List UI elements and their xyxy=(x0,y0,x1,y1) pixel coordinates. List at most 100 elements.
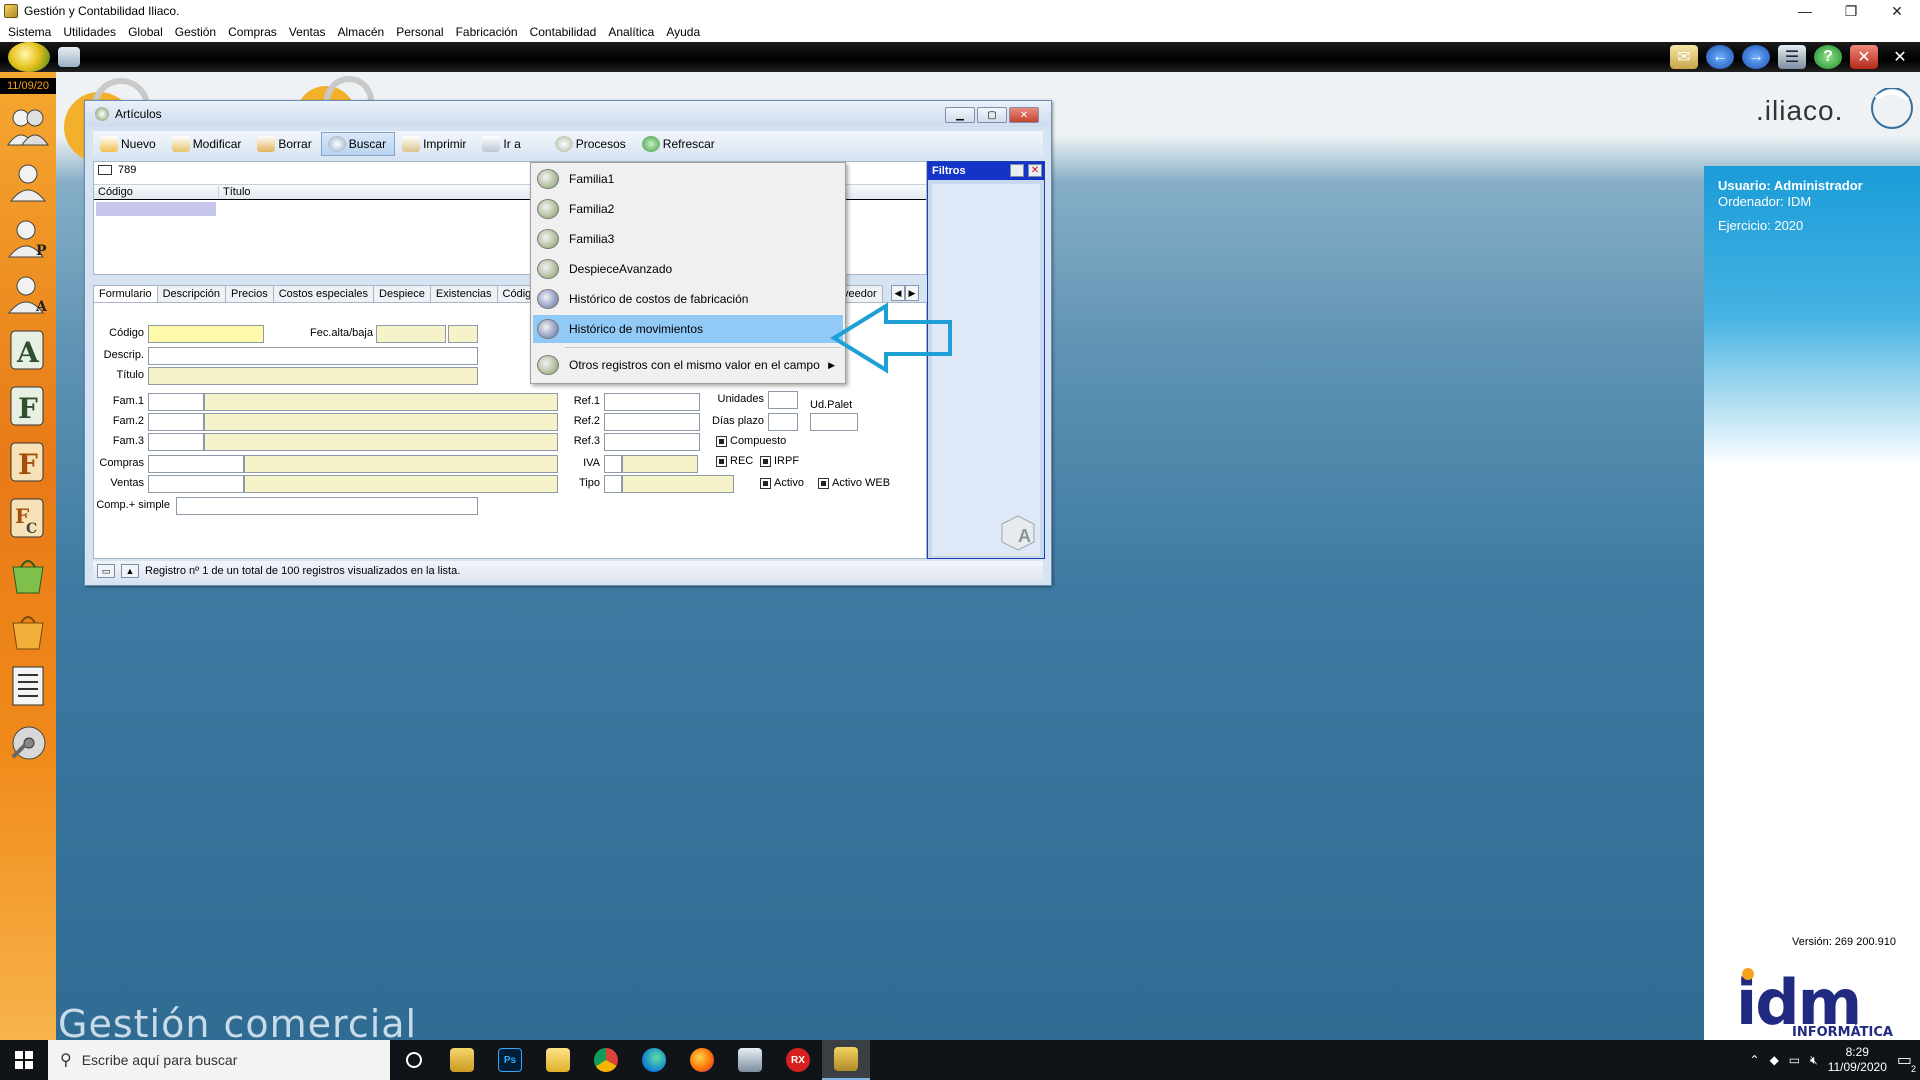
facturas-orange-f-icon[interactable]: F xyxy=(6,440,50,484)
ud-palet-input[interactable] xyxy=(810,413,858,431)
irpf-checkbox[interactable]: IRPF xyxy=(760,455,799,467)
tools-disc-icon[interactable] xyxy=(6,720,50,764)
menu-item-familia3[interactable]: Familia3 xyxy=(533,225,843,253)
rec-checkbox[interactable]: REC xyxy=(716,455,753,467)
dias-plazo-input[interactable] xyxy=(768,413,798,431)
menu-item-historico-costos[interactable]: Histórico de costos de fabricación xyxy=(533,285,843,313)
menu-gestion[interactable]: Gestión xyxy=(169,25,222,39)
column-header-codigo[interactable]: Código xyxy=(98,186,133,198)
menu-contabilidad[interactable]: Contabilidad xyxy=(524,25,603,39)
notification-center-icon[interactable]: ▭ 2 xyxy=(1897,1050,1916,1074)
descripcion-input[interactable] xyxy=(148,347,478,365)
menu-ventas[interactable]: Ventas xyxy=(283,25,332,39)
tab-formulario[interactable]: Formulario xyxy=(93,285,158,302)
ventas-name-input[interactable] xyxy=(244,475,558,493)
compras-code-input[interactable] xyxy=(148,455,244,473)
filtros-pin-icon[interactable] xyxy=(1010,164,1024,177)
ir-a-button[interactable]: Ir a xyxy=(475,132,529,156)
users-group-icon[interactable] xyxy=(6,104,50,148)
task-view-button[interactable] xyxy=(390,1040,438,1080)
tab-scroll-left-icon[interactable]: ◀ xyxy=(891,285,905,301)
fam1-code-input[interactable] xyxy=(148,393,204,411)
tab-precios[interactable]: Precios xyxy=(225,285,274,302)
iva-code-input[interactable] xyxy=(604,455,622,473)
ventas-code-input[interactable] xyxy=(148,475,244,493)
facturas-f-icon[interactable]: F xyxy=(6,384,50,428)
fam2-code-input[interactable] xyxy=(148,413,204,431)
start-button[interactable] xyxy=(0,1040,48,1080)
volume-mute-icon[interactable]: 🔇︎ xyxy=(1810,1053,1818,1068)
taskbar-iliaco-alt[interactable] xyxy=(726,1040,774,1080)
list-document-icon[interactable] xyxy=(6,664,50,708)
taskbar-edge[interactable] xyxy=(630,1040,678,1080)
compras-name-input[interactable] xyxy=(244,455,558,473)
taskbar-firefox[interactable] xyxy=(678,1040,726,1080)
help-icon[interactable]: ? xyxy=(1814,45,1842,69)
menu-item-otros-registros[interactable]: Otros registros con el mismo valor en el… xyxy=(533,351,843,379)
ref2-input[interactable] xyxy=(604,413,700,431)
articulos-a-icon[interactable]: A xyxy=(6,328,50,372)
ref1-input[interactable] xyxy=(604,393,700,411)
activo-web-checkbox[interactable]: Activo WEB xyxy=(818,477,890,489)
unidades-input[interactable] xyxy=(768,391,798,409)
menu-compras[interactable]: Compras xyxy=(222,25,283,39)
refrescar-button[interactable]: Refrescar xyxy=(635,132,724,156)
taskbar-rx[interactable]: RX xyxy=(774,1040,822,1080)
network-icon[interactable]: ▭ xyxy=(1789,1053,1800,1067)
tray-expand-icon[interactable]: ⌃ xyxy=(1750,1053,1760,1067)
ref3-input[interactable] xyxy=(604,433,700,451)
taskbar-photoshop[interactable]: Ps xyxy=(486,1040,534,1080)
tipo-code-input[interactable] xyxy=(604,475,622,493)
user-p-icon[interactable]: P xyxy=(6,216,50,260)
orange-bag-icon[interactable] xyxy=(6,608,50,652)
green-bag-icon[interactable] xyxy=(6,552,50,596)
minimize-button[interactable]: — xyxy=(1782,0,1828,22)
buscar-button[interactable]: Buscar xyxy=(320,132,396,156)
fam3-name-input[interactable] xyxy=(204,433,558,451)
restore-button[interactable]: ❐ xyxy=(1828,0,1874,22)
procesos-button[interactable]: Procesos xyxy=(548,132,635,156)
nuevo-button[interactable]: Nuevo xyxy=(93,132,165,156)
facturas-compra-icon[interactable]: FC xyxy=(6,496,50,540)
menu-global[interactable]: Global xyxy=(122,25,169,39)
taskbar-explorer[interactable] xyxy=(438,1040,486,1080)
fam1-name-input[interactable] xyxy=(204,393,558,411)
close-window-icon[interactable]: ✕ xyxy=(1850,45,1878,69)
imprimir-button[interactable]: Imprimir xyxy=(395,132,475,156)
fecha-baja-input[interactable] xyxy=(448,325,478,343)
taskbar-clock[interactable]: 8:29 11/09/2020 xyxy=(1828,1045,1887,1075)
fam2-name-input[interactable] xyxy=(204,413,558,431)
comp-simple-input[interactable] xyxy=(176,497,478,515)
menu-utilidades[interactable]: Utilidades xyxy=(57,25,122,39)
articulos-minimize-button[interactable]: ▁ xyxy=(945,107,975,123)
titulo-input[interactable] xyxy=(148,367,478,385)
articulos-titlebar[interactable]: Artículos xyxy=(85,101,1051,127)
dropbox-icon[interactable]: ◆ xyxy=(1770,1053,1779,1067)
taskbar-folder[interactable] xyxy=(534,1040,582,1080)
status-collapse-icon[interactable]: ▲ xyxy=(121,564,139,578)
close-button[interactable]: ✕ xyxy=(1874,0,1920,22)
articulos-maximize-button[interactable]: ▢ xyxy=(977,107,1007,123)
menu-personal[interactable]: Personal xyxy=(390,25,449,39)
tab-scroll-right-icon[interactable]: ▶ xyxy=(905,285,919,301)
table-row-selected[interactable] xyxy=(96,202,216,216)
status-list-icon[interactable]: ▭ xyxy=(97,564,115,578)
menu-analitica[interactable]: Analítica xyxy=(602,25,660,39)
modificar-button[interactable]: Modificar xyxy=(165,132,251,156)
app-shortcut-icon[interactable] xyxy=(58,47,80,67)
tab-despiece[interactable]: Despiece xyxy=(373,285,431,302)
menu-item-familia2[interactable]: Familia2 xyxy=(533,195,843,223)
menu-fabricacion[interactable]: Fabricación xyxy=(450,25,524,39)
menu-item-despiece-avanzado[interactable]: DespieceAvanzado xyxy=(533,255,843,283)
taskbar-chrome[interactable] xyxy=(582,1040,630,1080)
borrar-button[interactable]: Borrar xyxy=(250,132,320,156)
fam3-code-input[interactable] xyxy=(148,433,204,451)
tab-costos-especiales[interactable]: Costos especiales xyxy=(272,285,375,302)
taskbar-iliaco[interactable] xyxy=(822,1040,870,1080)
filtros-close-icon[interactable]: ✕ xyxy=(1028,164,1042,177)
tab-descripcion[interactable]: Descripción xyxy=(156,285,227,302)
menu-almacen[interactable]: Almacén xyxy=(332,25,391,39)
codigo-input[interactable] xyxy=(148,325,264,343)
tab-existencias[interactable]: Existencias xyxy=(429,285,498,302)
exit-icon[interactable]: ✕ xyxy=(1886,45,1914,69)
